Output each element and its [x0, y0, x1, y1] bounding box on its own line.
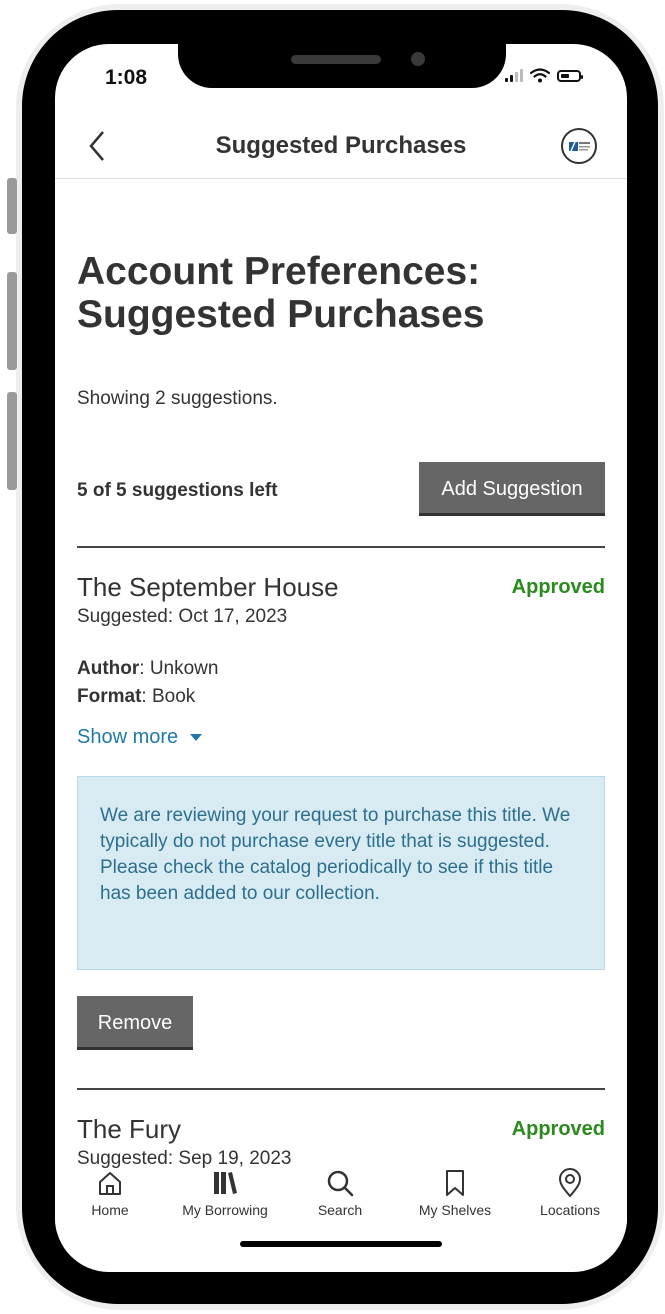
tab-search-label[interactable]: Search: [285, 1202, 395, 1218]
library-logo-icon[interactable]: [561, 128, 597, 164]
screen: 1:08 Suggested Purchases Account Prefere…: [55, 44, 627, 1272]
tab-locations-label[interactable]: Locations: [515, 1202, 625, 1218]
add-suggestion-button[interactable]: Add Suggestion: [419, 462, 605, 516]
tab-home[interactable]: Home: [55, 1168, 165, 1218]
bookmark-icon[interactable]: [440, 1168, 470, 1198]
main-content: Account Preferences: Suggested Purchases…: [77, 178, 605, 1169]
author-label: Author: [77, 658, 140, 679]
suggestion-item: The September House Approved Suggested: …: [77, 572, 605, 1062]
signal-icon: [505, 69, 523, 82]
volume-up-button: [7, 272, 17, 370]
tab-my-shelves[interactable]: My Shelves: [400, 1168, 510, 1218]
nav-title: Suggested Purchases: [215, 132, 467, 159]
speaker: [291, 55, 381, 64]
status-icons: [505, 68, 583, 83]
home-icon[interactable]: [95, 1168, 125, 1198]
divider: [77, 1088, 605, 1090]
tab-my-borrowing[interactable]: My Borrowing: [170, 1168, 280, 1218]
battery-icon: [557, 69, 583, 82]
front-camera: [411, 52, 425, 66]
status-time: 1:08: [105, 66, 148, 89]
wifi-icon: [530, 68, 550, 83]
tab-home-label[interactable]: Home: [55, 1202, 165, 1218]
search-icon[interactable]: [325, 1168, 355, 1198]
tab-search[interactable]: Search: [285, 1168, 395, 1218]
suggested-date: Suggested: Sep 19, 2023: [77, 1148, 292, 1169]
remove-button[interactable]: Remove: [77, 996, 193, 1050]
page-title-line1: Account Preferences:: [77, 250, 481, 293]
mute-switch: [7, 178, 17, 234]
status-badge: Approved: [511, 576, 605, 598]
suggestion-title: The September House: [77, 572, 339, 602]
tab-bar: Home My Borrowing Search My Shelves Loca…: [55, 1168, 627, 1232]
format-label: Format: [77, 686, 142, 707]
divider: [77, 546, 605, 548]
nav-bar: Suggested Purchases: [55, 116, 627, 179]
tab-my-shelves-label[interactable]: My Shelves: [400, 1202, 510, 1218]
suggestions-left: 5 of 5 suggestions left: [77, 480, 278, 501]
location-pin-icon[interactable]: [555, 1168, 585, 1198]
showing-count: Showing 2 suggestions.: [77, 388, 278, 409]
page-title-line2: Suggested Purchases: [77, 293, 485, 336]
caret-down-icon[interactable]: [190, 734, 203, 742]
page-title: Account Preferences: Suggested Purchases: [77, 250, 605, 336]
author-value: : Unkown: [139, 658, 219, 679]
suggestion-title: The Fury: [77, 1114, 182, 1144]
volume-down-button: [7, 392, 17, 490]
home-indicator: [240, 1241, 442, 1247]
suggestion-item: The Fury Approved Suggested: Sep 19, 202…: [77, 1114, 605, 1174]
suggestions-header: 5 of 5 suggestions left Add Suggestion: [77, 462, 605, 518]
notch: [178, 44, 506, 88]
tab-locations[interactable]: Locations: [515, 1168, 625, 1218]
tab-my-borrowing-label[interactable]: My Borrowing: [170, 1202, 280, 1218]
format-value: : Book: [141, 686, 196, 707]
show-more-link[interactable]: Show more: [77, 726, 203, 749]
show-more-label[interactable]: Show more: [77, 726, 178, 748]
author-row: Author: Unkown: [77, 658, 218, 680]
status-badge: Approved: [511, 1118, 605, 1140]
suggested-date: Suggested: Oct 17, 2023: [77, 606, 288, 627]
review-notice: We are reviewing your request to purchas…: [77, 776, 605, 970]
format-row: Format: Book: [77, 686, 195, 708]
books-icon[interactable]: [210, 1168, 240, 1198]
